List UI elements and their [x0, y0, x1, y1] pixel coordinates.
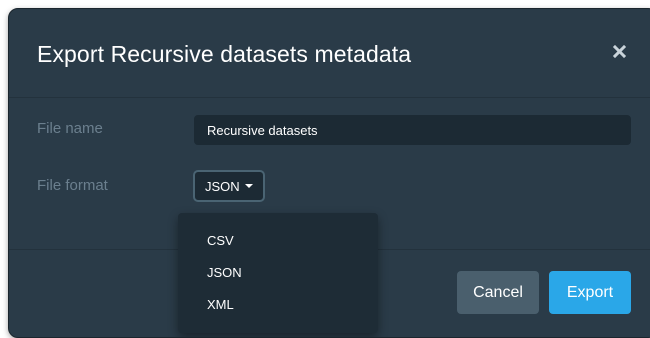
- modal-header: Export Recursive datasets metadata: [9, 9, 650, 98]
- file-name-input[interactable]: [194, 115, 631, 145]
- file-format-selected-value: JSON: [205, 178, 240, 194]
- cancel-button[interactable]: Cancel: [457, 271, 539, 314]
- format-option-csv[interactable]: CSV: [178, 225, 378, 257]
- file-format-dropdown-toggle[interactable]: JSON: [193, 170, 265, 202]
- format-option-json[interactable]: JSON: [178, 257, 378, 289]
- format-option-xml[interactable]: XML: [178, 289, 378, 321]
- close-icon[interactable]: [613, 45, 631, 63]
- file-format-dropdown-menu: CSV JSON XML: [178, 213, 378, 333]
- file-format-label: File format: [37, 177, 108, 194]
- file-name-label: File name: [37, 120, 103, 137]
- caret-down-icon: [244, 184, 253, 188]
- export-button[interactable]: Export: [549, 271, 631, 314]
- modal-title: Export Recursive datasets metadata: [37, 41, 412, 67]
- export-modal: Export Recursive datasets metadata File …: [8, 8, 650, 338]
